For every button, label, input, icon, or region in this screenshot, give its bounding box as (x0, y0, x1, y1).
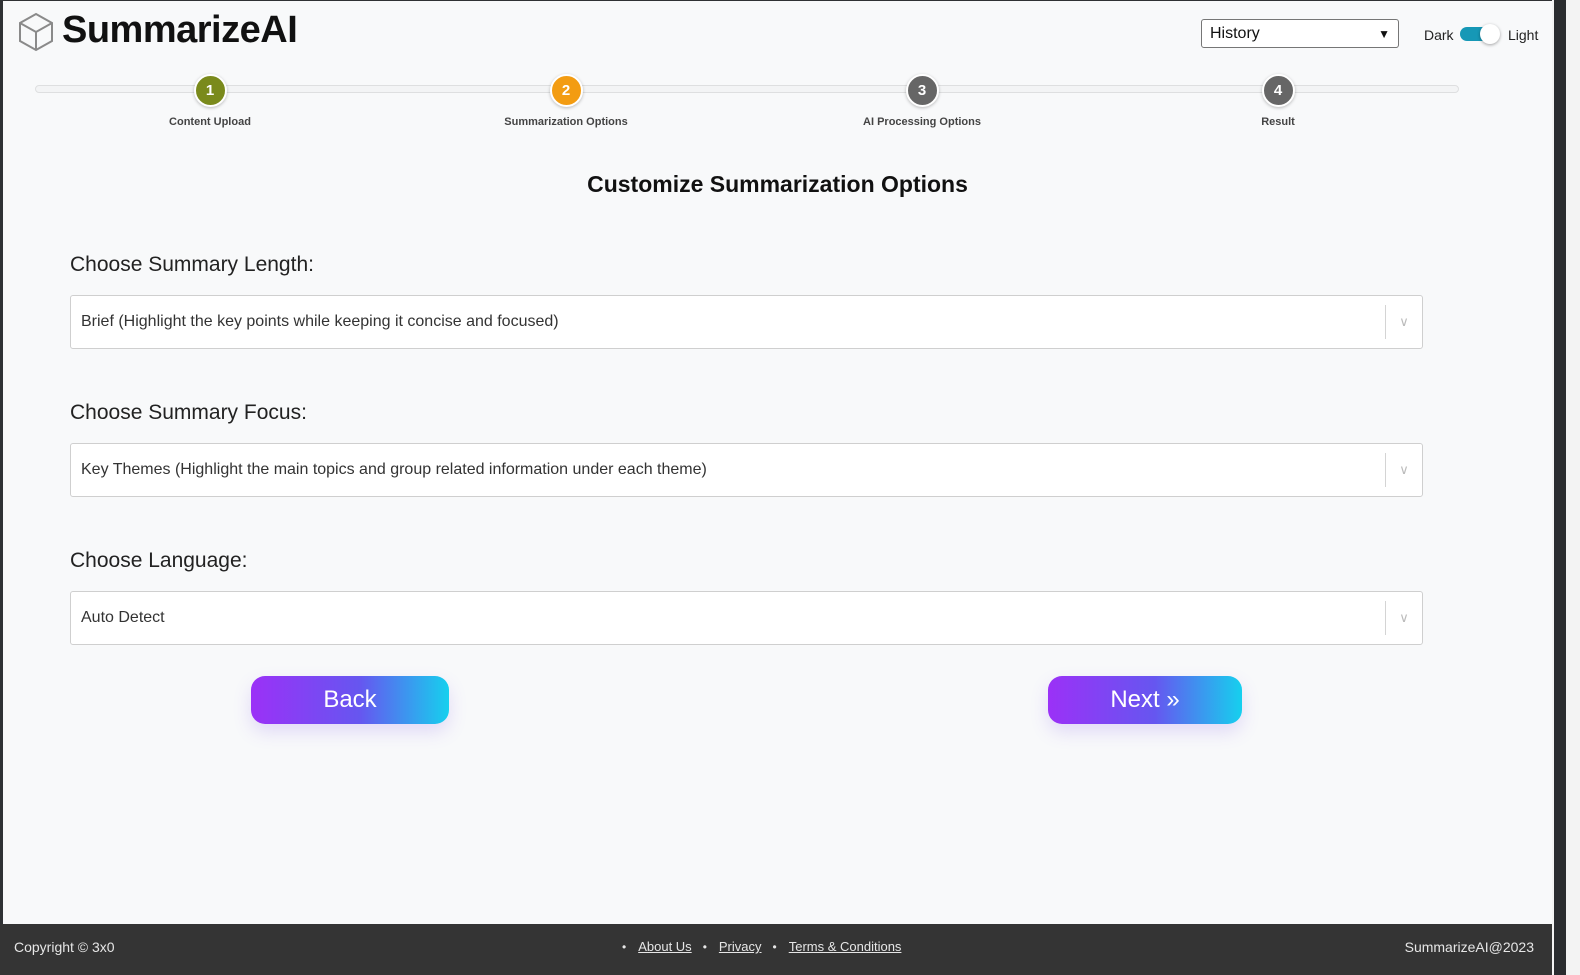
dark-mode-label: Dark (1424, 27, 1454, 43)
language-value: Auto Detect (81, 609, 165, 626)
light-mode-label: Light (1508, 27, 1539, 43)
next-button[interactable]: Next » (1048, 676, 1242, 724)
summary-focus-label: Choose Summary Focus: (70, 401, 307, 424)
history-select-value: History (1210, 24, 1260, 42)
chevron-down-icon[interactable]: ∨ (1386, 314, 1422, 330)
about-us-link[interactable]: About Us (638, 939, 691, 954)
history-select[interactable]: History ▼ (1201, 19, 1399, 48)
step-number: 1 (193, 74, 227, 107)
summary-length-value: Brief (Highlight the key points while ke… (81, 313, 559, 330)
summary-focus-value: Key Themes (Highlight the main topics an… (81, 461, 707, 478)
chevron-down-icon: ▼ (1378, 26, 1390, 41)
summary-length-label: Choose Summary Length: (70, 253, 314, 276)
theme-toggle[interactable] (1460, 24, 1501, 44)
privacy-link[interactable]: Privacy (719, 939, 762, 954)
step-result[interactable]: 4 Result (1178, 74, 1378, 128)
step-number: 3 (905, 74, 939, 107)
summary-focus-select[interactable]: Key Themes (Highlight the main topics an… (70, 443, 1423, 497)
step-label: AI Processing Options (863, 116, 981, 128)
chevron-down-icon[interactable]: ∨ (1386, 462, 1422, 478)
footer-brand: SummarizeAI@2023 (1404, 939, 1534, 955)
step-ai-processing-options[interactable]: 3 AI Processing Options (822, 74, 1022, 128)
step-number: 4 (1261, 74, 1295, 107)
footer: Copyright © 3x0 About Us Privacy Terms &… (0, 924, 1552, 975)
back-button[interactable]: Back (251, 676, 449, 724)
footer-copyright: Copyright © 3x0 (14, 939, 115, 955)
footer-link-item: About Us (622, 939, 691, 954)
summary-length-select[interactable]: Brief (Highlight the key points while ke… (70, 295, 1423, 349)
app-logo-text[interactable]: SummarizeAI (62, 9, 298, 52)
chevron-down-icon[interactable]: ∨ (1386, 610, 1422, 626)
toggle-knob (1480, 24, 1500, 44)
footer-link-item: Terms & Conditions (773, 939, 902, 954)
app-window: SummarizeAI History ▼ Dark Light 1 Conte… (3, 1, 1552, 924)
step-label: Content Upload (169, 116, 251, 128)
terms-link[interactable]: Terms & Conditions (789, 939, 902, 954)
step-label: Result (1261, 116, 1295, 128)
cube-logo-icon (19, 12, 53, 52)
step-content-upload[interactable]: 1 Content Upload (110, 74, 310, 128)
step-number: 2 (549, 74, 583, 107)
right-edge-rail (1552, 0, 1580, 975)
footer-links: About Us Privacy Terms & Conditions (622, 939, 912, 954)
language-select[interactable]: Auto Detect ∨ (70, 591, 1423, 645)
step-label: Summarization Options (504, 116, 628, 128)
language-label: Choose Language: (70, 549, 248, 572)
scrollbar[interactable] (1554, 0, 1566, 975)
step-summarization-options[interactable]: 2 Summarization Options (466, 74, 666, 128)
page-title: Customize Summarization Options (587, 171, 968, 197)
footer-link-item: Privacy (703, 939, 762, 954)
